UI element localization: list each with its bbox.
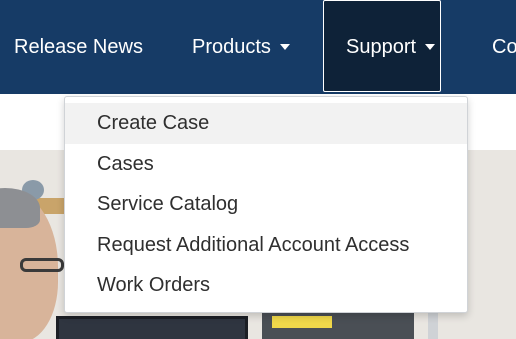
nav-support[interactable]: Support [323,0,441,92]
photo-monitor [56,316,248,339]
nav-item-truncated-label: Co [492,36,516,58]
top-navbar: Release News Products Support Co [0,0,516,94]
menu-item-request-additional-account-access[interactable]: Request Additional Account Access [65,225,467,266]
nav-release-news-label: Release News [14,36,143,58]
nav-products[interactable]: Products [192,0,290,94]
menu-item-cases[interactable]: Cases [65,144,467,185]
menu-item-label: Request Additional Account Access [97,233,410,256]
menu-item-work-orders[interactable]: Work Orders [65,265,467,306]
menu-item-label: Cases [97,152,154,175]
menu-item-label: Create Case [97,112,210,134]
caret-down-icon [425,43,436,50]
nav-products-label: Products [192,36,271,58]
photo-glasses [20,258,64,272]
caret-down-icon [279,43,290,50]
nav-item-truncated[interactable]: Co [492,0,516,94]
photo-stand [428,312,438,339]
photo-sticky-note [272,316,332,328]
menu-item-service-catalog[interactable]: Service Catalog [65,184,467,225]
menu-item-label: Work Orders [97,274,210,297]
menu-item-create-case[interactable]: Create Case [65,103,467,144]
nav-support-label: Support [346,36,417,58]
nav-release-news[interactable]: Release News [14,0,143,94]
support-dropdown-menu: Create Case Cases Service Catalog Reques… [64,96,468,313]
menu-item-label: Service Catalog [97,193,239,216]
